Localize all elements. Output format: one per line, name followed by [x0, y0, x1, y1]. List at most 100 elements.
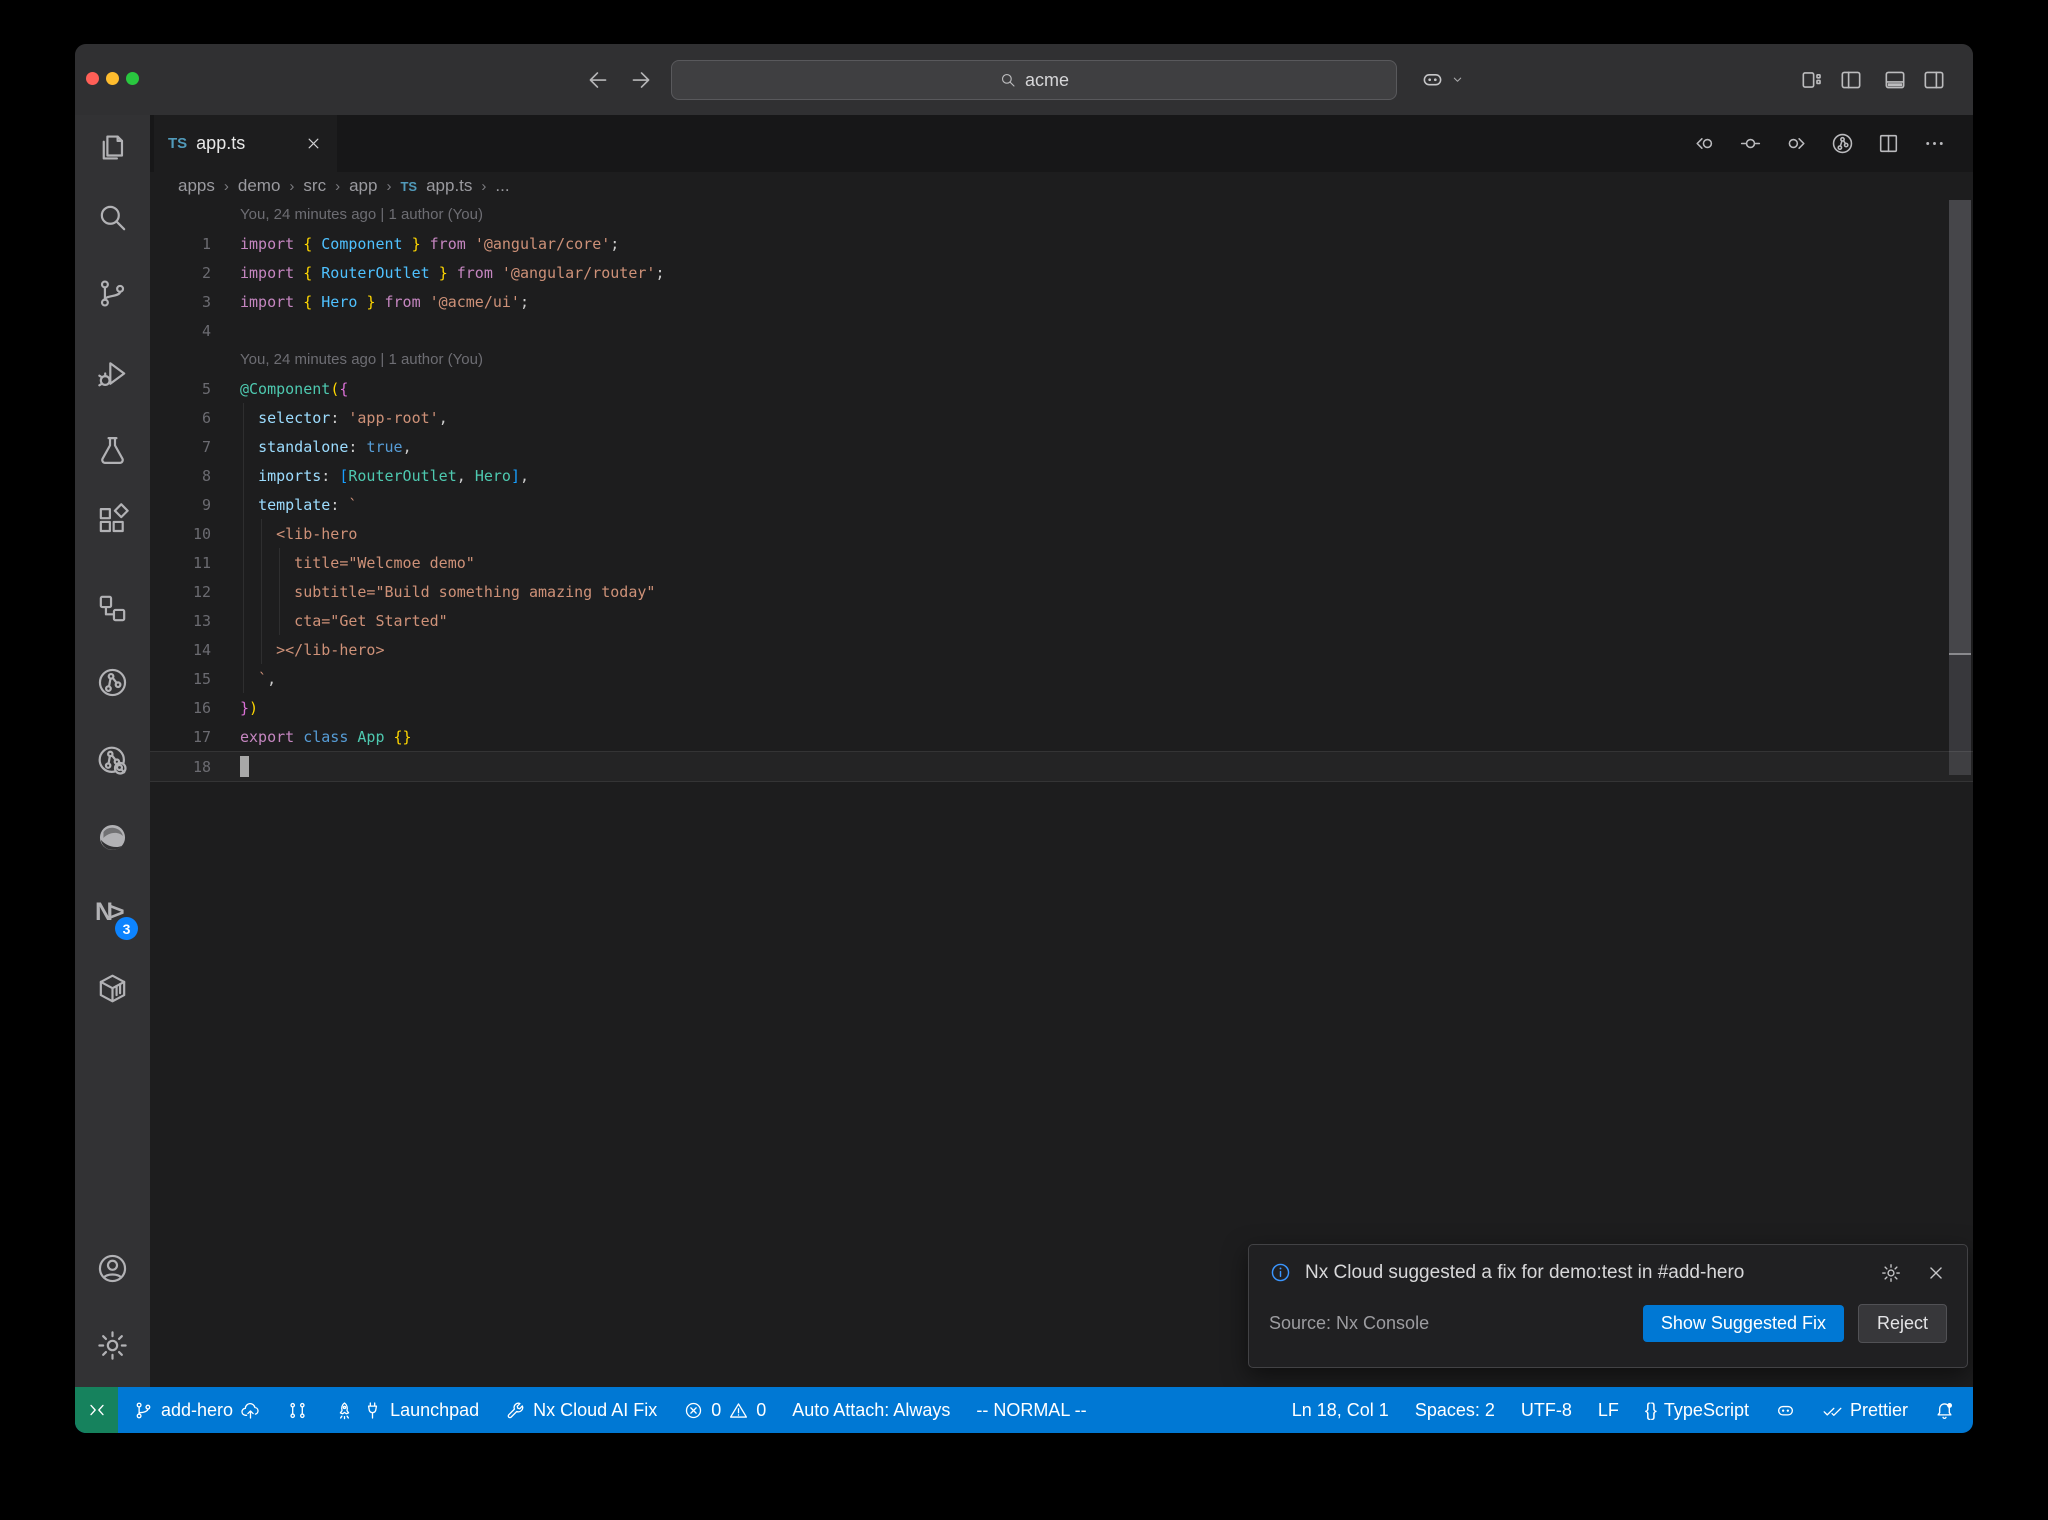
git-blame-text: You, 24 minutes ago | 1 author (You)	[240, 351, 483, 368]
nx-cloud-ai-fix-item[interactable]: Nx Cloud AI Fix	[505, 1400, 657, 1421]
minimize-window-button[interactable]	[106, 72, 119, 85]
tab-label: app.ts	[196, 133, 246, 153]
open-changes-icon[interactable]	[1738, 131, 1763, 156]
code-line-12: 12 subtitle="Build something amazing tod…	[150, 577, 1973, 606]
breadcrumb-file[interactable]: app.ts	[426, 176, 472, 196]
line-number: 1	[201, 234, 211, 253]
code-line-7: 7 standalone: true,	[150, 432, 1973, 461]
breadcrumb-item[interactable]: demo	[238, 176, 281, 196]
notification-close-icon[interactable]	[1925, 1262, 1947, 1284]
gitlens-compare-item[interactable]	[287, 1400, 308, 1421]
status-label: UTF-8	[1520, 1399, 1572, 1420]
breadcrumb[interactable]: apps › demo › src › app › TS app.ts ›...	[150, 172, 1973, 200]
source-control-icon[interactable]	[95, 276, 130, 311]
line-number: 18	[192, 757, 211, 776]
encoding-item[interactable]: UTF-8	[1521, 1400, 1572, 1421]
run-debug-icon[interactable]	[95, 356, 130, 391]
formatter-item[interactable]: Prettier	[1822, 1400, 1908, 1421]
rocket-icon	[334, 1400, 355, 1421]
auto-attach-item[interactable]: Auto Attach: Always	[792, 1400, 950, 1421]
gitlens-graph-icon[interactable]	[1830, 131, 1855, 156]
breadcrumb-item[interactable]: src	[303, 176, 326, 196]
code-line-3: 3 import { Hero } from '@acme/ui';	[150, 287, 1973, 316]
edge-tools-icon[interactable]	[95, 820, 130, 855]
blame-annotation-row: You, 24 minutes ago | 1 author (You)	[150, 200, 1973, 229]
line-number: 17	[192, 727, 211, 746]
line-number: 15	[192, 669, 211, 688]
code-line-16: 16})	[150, 693, 1973, 722]
launchpad-item[interactable]: Launchpad	[334, 1400, 479, 1421]
activity-item-nx-console[interactable]: N> 3	[95, 898, 138, 940]
reject-button[interactable]: Reject	[1857, 1304, 1947, 1343]
line-number: 12	[192, 582, 211, 601]
open-next-change-icon[interactable]	[1784, 131, 1809, 156]
wrench-icon	[505, 1400, 526, 1421]
close-tab-icon[interactable]	[304, 134, 323, 153]
tab-app-ts[interactable]: TS app.ts	[154, 115, 337, 172]
close-window-button[interactable]	[86, 72, 99, 85]
toggle-primary-sidebar-icon[interactable]	[1838, 67, 1864, 93]
line-number: 7	[201, 437, 211, 456]
status-label: Nx Cloud AI Fix	[533, 1399, 658, 1420]
breadcrumb-item[interactable]: app	[349, 176, 377, 196]
more-actions-icon[interactable]	[1922, 131, 1947, 156]
explorer-icon[interactable]	[95, 130, 130, 165]
eol-item[interactable]: LF	[1598, 1400, 1619, 1421]
zoom-window-button[interactable]	[126, 72, 139, 85]
code-text: ></lib-hero>	[240, 640, 385, 659]
notification-toast: Nx Cloud suggested a fix for demo:test i…	[1248, 1244, 1968, 1368]
vim-mode-item[interactable]: -- NORMAL --	[976, 1400, 1086, 1421]
extensions-icon[interactable]	[95, 503, 130, 538]
status-label: -- NORMAL --	[976, 1399, 1087, 1420]
breadcrumb-item[interactable]: apps	[178, 176, 215, 196]
language-item[interactable]: {} TypeScript	[1645, 1400, 1749, 1421]
show-suggested-fix-button[interactable]: Show Suggested Fix	[1642, 1305, 1844, 1342]
problems-item[interactable]: 00	[683, 1400, 766, 1421]
gitlens-inspect-icon[interactable]	[95, 743, 130, 778]
history-forward-icon[interactable]	[628, 67, 654, 93]
toggle-panel-icon[interactable]	[1882, 67, 1908, 93]
breadcrumb-separator: ›	[223, 177, 229, 195]
settings-icon[interactable]	[95, 1328, 130, 1363]
status-label: TypeScript	[1663, 1399, 1749, 1420]
status-bar-right: Ln 18, Col 1 Spaces: 2 UTF-8 LF {} TypeScript…	[1292, 1400, 1955, 1421]
status-label: add-hero	[161, 1399, 234, 1420]
titlebar: acme	[75, 44, 1973, 115]
line-number: 3	[201, 292, 211, 311]
copilot-icon[interactable]	[1420, 67, 1445, 92]
containers-icon[interactable]	[95, 971, 130, 1006]
nx-badge: 3	[115, 917, 138, 940]
search-icon[interactable]	[95, 200, 130, 235]
editor-group: TS app.ts apps › demo › src › app › TS app.ts ›...	[150, 115, 1973, 1387]
code-line-14: 14 ></lib-hero>	[150, 635, 1973, 664]
code-line-15: 15 `,	[150, 664, 1973, 693]
breadcrumb-more[interactable]: ...	[495, 176, 509, 196]
remote-indicator[interactable]	[75, 1387, 118, 1433]
testing-icon[interactable]	[95, 433, 130, 468]
command-center-search[interactable]: acme	[671, 60, 1397, 100]
notification-settings-icon[interactable]	[1880, 1262, 1902, 1284]
line-number: 11	[192, 553, 211, 572]
split-editor-icon[interactable]	[1876, 131, 1901, 156]
cursor-position-item[interactable]: Ln 18, Col 1	[1292, 1400, 1389, 1421]
customize-layout-icon[interactable]	[1799, 67, 1825, 93]
copilot-status-item[interactable]	[1775, 1400, 1796, 1421]
breadcrumb-separator: ›	[289, 177, 295, 195]
accounts-icon[interactable]	[95, 1251, 130, 1286]
notifications-item[interactable]	[1934, 1400, 1955, 1421]
code-editor[interactable]: You, 24 minutes ago | 1 author (You) 1 imp…	[150, 200, 1973, 1387]
status-label: Auto Attach: Always	[792, 1399, 951, 1420]
indentation-item[interactable]: Spaces: 2	[1415, 1400, 1495, 1421]
branch-item[interactable]: add-hero	[133, 1400, 261, 1421]
status-label: 0	[711, 1399, 722, 1420]
git-branch-icon	[133, 1400, 154, 1421]
history-back-icon[interactable]	[585, 67, 611, 93]
toggle-secondary-sidebar-icon[interactable]	[1921, 67, 1947, 93]
bell-dot-icon	[1934, 1400, 1955, 1421]
chevron-down-icon[interactable]	[1449, 71, 1466, 88]
gitlens-icon[interactable]	[95, 665, 130, 700]
line-number: 13	[192, 611, 211, 630]
tab-bar: TS app.ts	[150, 115, 1973, 172]
project-graph-icon[interactable]	[95, 591, 130, 626]
open-previous-change-icon[interactable]	[1692, 131, 1717, 156]
